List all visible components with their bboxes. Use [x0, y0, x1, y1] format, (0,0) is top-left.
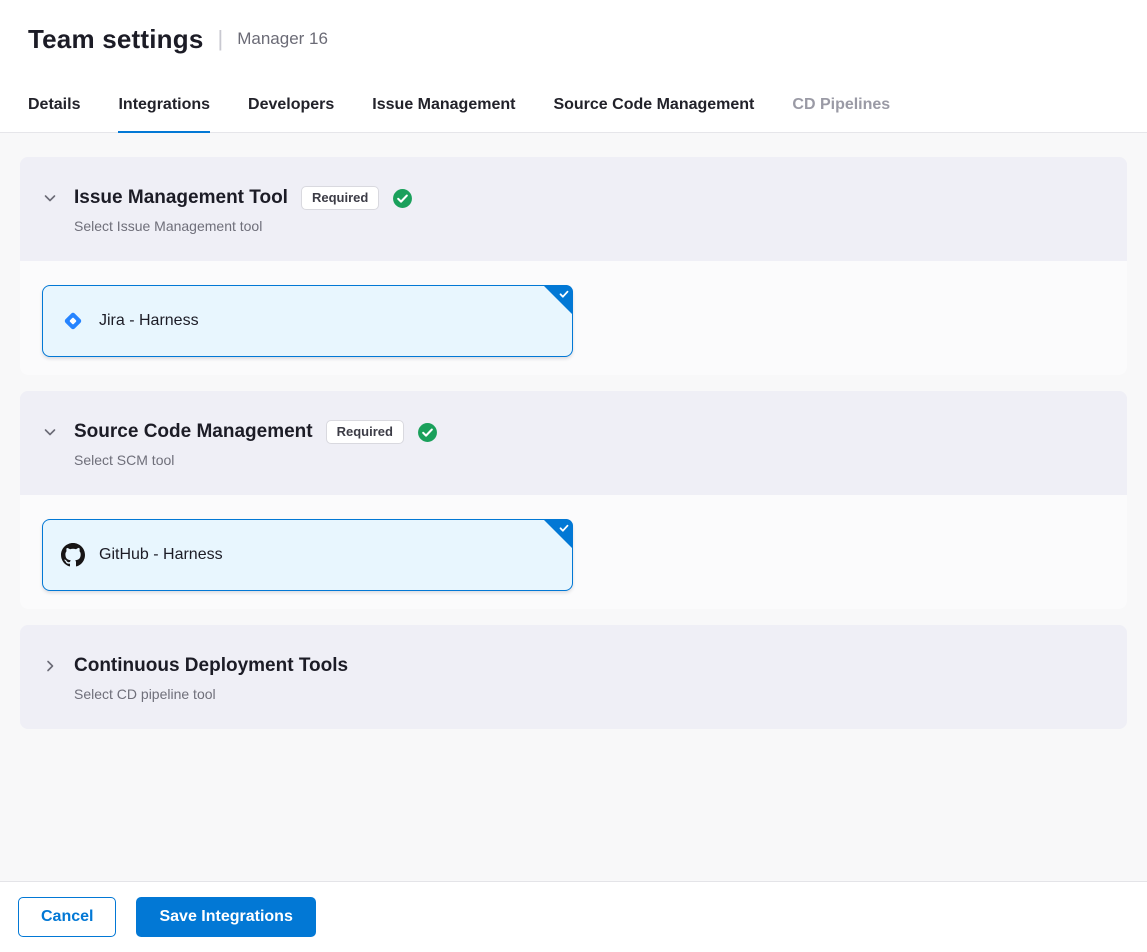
section-header-issue-management[interactable]: Issue Management Tool Required Select Is…	[20, 157, 1127, 261]
section-title: Continuous Deployment Tools	[74, 653, 348, 679]
section-title: Issue Management Tool	[74, 185, 288, 211]
tab-source-code-management[interactable]: Source Code Management	[553, 78, 754, 132]
tab-developers[interactable]: Developers	[248, 78, 334, 132]
section-header-scm[interactable]: Source Code Management Required Select S…	[20, 391, 1127, 495]
section-heading: Source Code Management Required Select S…	[74, 419, 438, 468]
chevron-down-icon[interactable]	[42, 424, 58, 440]
section-source-code-management: Source Code Management Required Select S…	[20, 391, 1127, 609]
integrations-content: Issue Management Tool Required Select Is…	[0, 133, 1147, 881]
tool-card-label: GitHub - Harness	[99, 546, 223, 564]
tab-details[interactable]: Details	[28, 78, 80, 132]
save-integrations-button[interactable]: Save Integrations	[136, 897, 315, 937]
cancel-button[interactable]: Cancel	[18, 897, 116, 937]
selected-corner-check-icon	[543, 285, 573, 315]
section-heading: Issue Management Tool Required Select Is…	[74, 185, 413, 234]
selected-corner-check-icon	[543, 519, 573, 549]
github-icon	[61, 543, 85, 567]
chevron-right-icon[interactable]	[42, 658, 58, 674]
tab-issue-management[interactable]: Issue Management	[372, 78, 515, 132]
section-heading: Continuous Deployment Tools Select CD pi…	[74, 653, 348, 702]
tool-card-label: Jira - Harness	[99, 312, 199, 330]
tab-bar: Details Integrations Developers Issue Ma…	[0, 78, 1147, 133]
section-subtitle: Select CD pipeline tool	[74, 686, 348, 702]
footer-actions: Cancel Save Integrations	[0, 881, 1147, 952]
section-subtitle: Select SCM tool	[74, 452, 438, 468]
page-title: Team settings	[28, 24, 204, 55]
page-subtitle: Manager 16	[237, 29, 328, 49]
jira-icon	[61, 309, 85, 333]
section-title: Source Code Management	[74, 419, 313, 445]
required-badge: Required	[326, 420, 404, 444]
section-cd-tools: Continuous Deployment Tools Select CD pi…	[20, 625, 1127, 729]
tab-integrations[interactable]: Integrations	[118, 78, 210, 132]
section-body-scm: GitHub - Harness	[20, 495, 1127, 609]
check-circle-icon	[392, 188, 413, 209]
team-settings-page: Team settings | Manager 16 Details Integ…	[0, 0, 1147, 952]
check-circle-icon	[417, 422, 438, 443]
chevron-down-icon[interactable]	[42, 190, 58, 206]
section-body-issue-management: Jira - Harness	[20, 261, 1127, 375]
required-badge: Required	[301, 186, 379, 210]
tool-card-jira[interactable]: Jira - Harness	[42, 285, 573, 357]
tab-cd-pipelines: CD Pipelines	[792, 78, 890, 132]
tool-card-github[interactable]: GitHub - Harness	[42, 519, 573, 591]
page-header: Team settings | Manager 16	[0, 0, 1147, 78]
title-separator: |	[218, 26, 224, 52]
section-header-cd-tools[interactable]: Continuous Deployment Tools Select CD pi…	[20, 625, 1127, 729]
section-issue-management-tool: Issue Management Tool Required Select Is…	[20, 157, 1127, 375]
section-subtitle: Select Issue Management tool	[74, 218, 413, 234]
